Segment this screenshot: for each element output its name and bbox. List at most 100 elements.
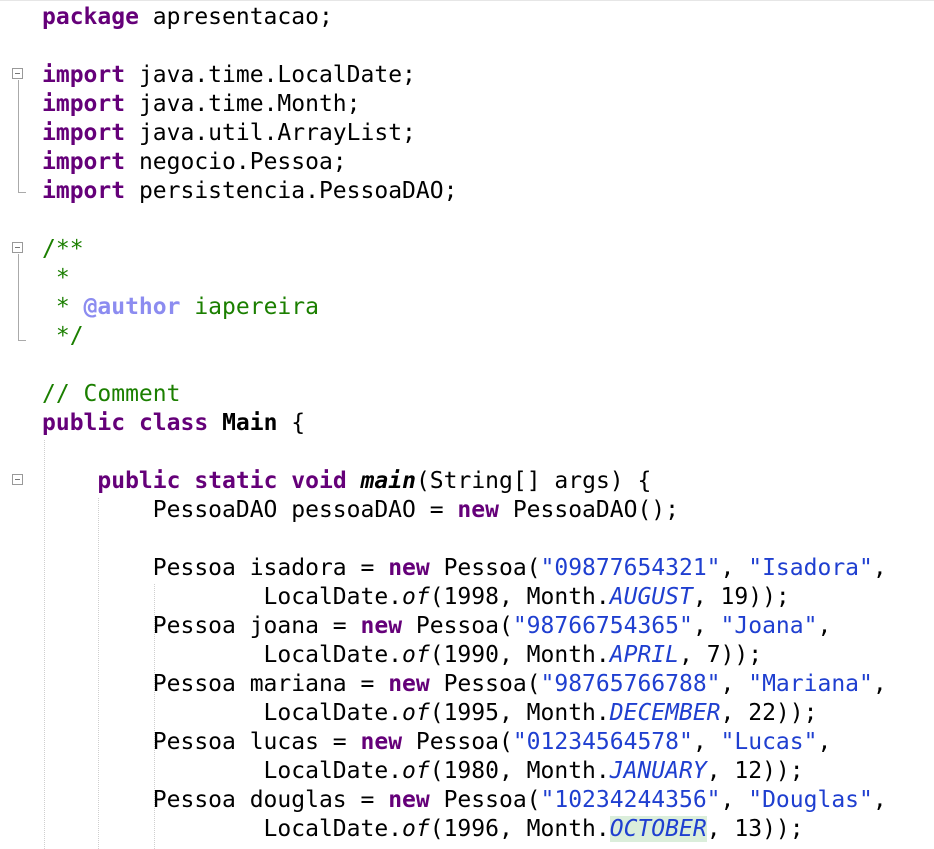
code-token: Pessoa( [429,787,541,813]
code-token: DECEMBER [609,700,721,726]
code-token: , [817,729,832,755]
code-token: (1990, Month. [429,642,610,668]
code-line-content: * [42,264,70,293]
code-token: OCTOBER [609,816,707,842]
fold-toggle-javadoc-icon[interactable] [12,242,23,253]
code-token: Pessoa( [402,729,513,755]
code-line-content: public class Main { [42,409,305,438]
code-token: (1998, Month. [429,584,610,610]
code-token: LocalDate. [42,700,403,726]
code-line-content: import persistencia.PessoaDAO; [42,177,457,206]
code-token: , [720,671,749,697]
code-token: of [402,700,430,726]
code-token: Pessoa( [429,555,541,581]
code-token: "09877654321" [540,555,721,581]
code-token: new [388,555,430,581]
code-token: Pessoa lucas = [42,729,361,755]
code-token: class [138,410,209,436]
code-token: new [388,787,430,813]
code-token: java.time.Month; [125,91,361,117]
code-token: , [692,729,721,755]
code-token: PessoaDAO pessoaDAO = [42,497,458,523]
code-line-content: import java.time.LocalDate; [42,61,416,90]
code-token: */ [42,323,84,349]
code-token: Pessoa isadora = [42,555,389,581]
code-line-content: Pessoa mariana = new Pessoa("98765766788… [42,670,887,699]
code-token: JANUARY [609,758,707,784]
code-token: import [42,91,126,117]
code-token: new [457,497,499,523]
fold-end-imports [18,192,26,193]
code-line-content: import java.util.ArrayList; [42,119,416,148]
code-line-content: Pessoa joana = new Pessoa("98766754365",… [42,612,832,641]
code-token: LocalDate. [42,642,403,668]
code-line-content: import negocio.Pessoa; [42,148,347,177]
code-token: Pessoa mariana = [42,671,389,697]
code-token: of [402,816,430,842]
code-token: "01234564578" [512,729,693,755]
code-token: static [194,468,278,494]
code-token: (1996, Month. [429,816,610,842]
code-line-content: LocalDate.of(1995, Month.DECEMBER, 22)); [42,699,818,728]
code-token: java.time.LocalDate; [125,62,416,88]
code-token: Pessoa( [429,671,541,697]
code-line-content: LocalDate.of(1990, Month.APRIL, 7)); [42,641,763,670]
code-token: import [42,178,126,204]
code-token: "Douglas" [748,787,873,813]
code-token: iapereira [180,294,319,320]
fold-line-imports [18,80,19,192]
editor-top-border [0,0,934,1]
code-token: APRIL [609,642,679,668]
code-token: LocalDate. [42,758,403,784]
fold-toggle-main-method-icon[interactable] [12,474,23,485]
code-token: apresentacao; [138,4,333,30]
code-token: , [872,787,887,813]
code-token: LocalDate. [42,816,403,842]
code-token: PessoaDAO(); [498,497,679,523]
code-line-content: PessoaDAO pessoaDAO = new PessoaDAO(); [42,496,679,525]
code-token: (String[] args) { [415,468,652,494]
code-token: (1980, Month. [429,758,610,784]
fold-toggle-imports-icon[interactable] [12,68,23,79]
code-token: , 12)); [706,758,804,784]
code-token: (1995, Month. [429,700,610,726]
code-line-content: LocalDate.of(1980, Month.JANUARY, 12)); [42,757,804,786]
code-token: "Joana" [720,613,818,639]
code-token: new [388,671,430,697]
code-token: public [97,468,181,494]
code-token: "98766754365" [512,613,693,639]
code-token: LocalDate. [42,584,403,610]
code-line-content: public static void main(String[] args) { [42,467,651,496]
code-line-content: * @author iapereira [42,293,319,322]
code-token: , [872,671,887,697]
code-editor[interactable]: package apresentacao; import java.time.Lo… [0,0,934,849]
code-token: import [42,149,126,175]
code-token: persistencia.PessoaDAO; [125,178,458,204]
code-line-content: LocalDate.of(1996, Month.OCTOBER, 13)); [42,815,804,844]
code-token: public [42,410,126,436]
code-token: "Lucas" [720,729,818,755]
code-token: package [42,4,139,30]
code-token: "98765766788" [540,671,721,697]
code-token: "Isadora" [748,555,873,581]
code-token: Pessoa douglas = [42,787,389,813]
code-token: Pessoa( [402,613,513,639]
code-token: of [402,584,430,610]
code-token: { [277,410,306,436]
code-line-content: /** [42,235,84,264]
fold-end-javadoc [18,340,26,341]
code-token: , 22)); [720,700,818,726]
code-token: , [720,787,749,813]
code-token: , [817,613,832,639]
code-token: new [360,613,403,639]
code-token: new [360,729,403,755]
code-line-content: Pessoa douglas = new Pessoa("10234244356… [42,786,887,815]
code-token: @author [83,294,181,320]
code-line-content: LocalDate.of(1998, Month.AUGUST, 19)); [42,583,790,612]
code-token: AUGUST [609,584,693,610]
code-line-content: */ [42,322,84,351]
code-token: "Mariana" [748,671,873,697]
